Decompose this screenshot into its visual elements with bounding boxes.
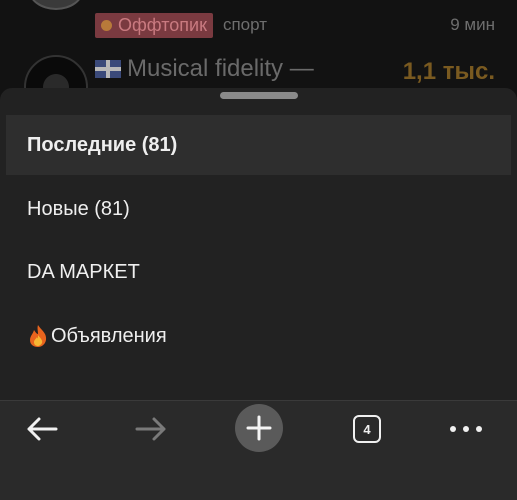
- menu-item-label: Объявления: [51, 324, 167, 347]
- ellipsis-icon: [450, 426, 482, 432]
- menu-item-latest[interactable]: Последние (81): [6, 115, 511, 175]
- back-button[interactable]: [18, 409, 66, 449]
- fire-icon: [27, 324, 49, 348]
- new-tab-button[interactable]: [235, 404, 283, 452]
- topic-meta-row: Оффтопик спорт: [95, 11, 267, 39]
- browser-toolbar: 4: [0, 400, 517, 500]
- arrow-left-icon: [27, 417, 58, 441]
- menu-item-da-market[interactable]: DA МАРКЕТ: [6, 242, 511, 302]
- category-icon: [101, 19, 112, 31]
- menu-item-label: Последние (81): [27, 133, 178, 156]
- navigation-sheet: Последние (81) Новые (81) DA МАРКЕТ Объя…: [0, 88, 517, 400]
- topic-time: 9 мин: [450, 15, 495, 34]
- forward-button[interactable]: [127, 409, 175, 449]
- topic-list-background: Оффтопик спорт 9 мин Musical fidelity — …: [0, 0, 517, 90]
- category-badge[interactable]: Оффтопик: [95, 12, 213, 38]
- uk-flag-icon: [95, 60, 121, 78]
- arrow-right-icon: [135, 417, 166, 441]
- tab-count: 4: [353, 415, 381, 443]
- menu-item-ads[interactable]: Объявления: [6, 306, 511, 366]
- topic-title[interactable]: Musical fidelity —: [127, 55, 314, 83]
- menu-item-new[interactable]: Новые (81): [6, 179, 511, 239]
- topic-tag[interactable]: спорт: [223, 15, 267, 35]
- avatar[interactable]: [24, 55, 88, 90]
- more-button[interactable]: [442, 409, 490, 449]
- plus-icon: [235, 404, 283, 452]
- sheet-drag-handle[interactable]: [220, 92, 298, 99]
- menu-item-label: Новые (81): [27, 197, 130, 220]
- category-label: Оффтопик: [118, 14, 207, 35]
- menu-item-label: DA МАРКЕТ: [27, 260, 140, 283]
- view-count: 1,1 тыс.: [402, 58, 495, 85]
- avatar: [28, 0, 84, 10]
- tabs-button[interactable]: 4: [343, 409, 391, 449]
